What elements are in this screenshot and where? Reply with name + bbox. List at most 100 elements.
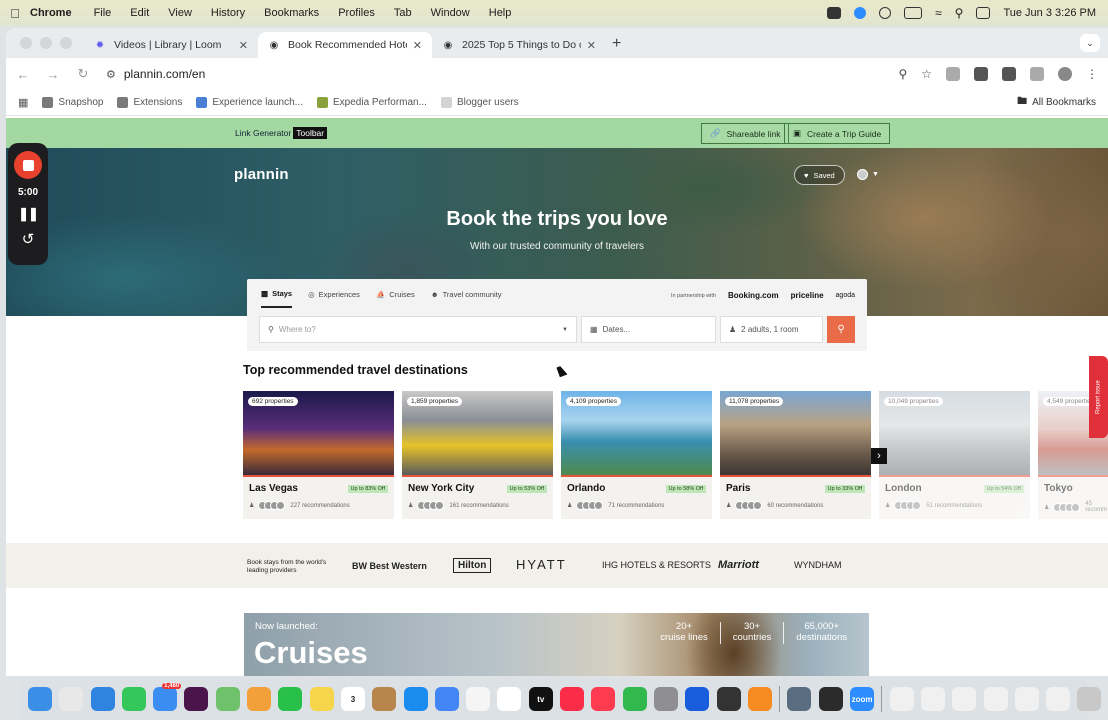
tab-cruises[interactable]: ⛵ Cruises bbox=[376, 289, 415, 308]
zoom-magnifier-icon[interactable]: ⚲ bbox=[898, 67, 907, 81]
dates-input[interactable]: ▦ Dates... bbox=[581, 316, 716, 343]
doc-stack-icon[interactable] bbox=[1014, 687, 1039, 711]
forward-button[interactable]: → bbox=[46, 67, 60, 82]
zoom-status-icon[interactable] bbox=[854, 7, 867, 19]
safari-icon[interactable] bbox=[90, 687, 115, 711]
address-bar-url[interactable]: plannin.com/en bbox=[124, 67, 205, 81]
site-info-icon[interactable]: ⚙ bbox=[106, 68, 116, 81]
appstore-icon[interactable] bbox=[403, 687, 428, 711]
settings-icon[interactable] bbox=[653, 687, 678, 711]
destination-input[interactable]: ⚲ Where to? ▼ bbox=[259, 316, 577, 343]
photos-icon[interactable] bbox=[247, 687, 272, 711]
doc-stack-icon[interactable] bbox=[920, 687, 945, 711]
reminders-icon[interactable] bbox=[466, 687, 491, 711]
menu-app[interactable]: Chrome bbox=[30, 7, 72, 19]
tab-search-chevron-icon[interactable]: ⌄ bbox=[1080, 34, 1100, 52]
tab-stays[interactable]: ▩ Stays bbox=[261, 289, 293, 308]
doc-stack-icon[interactable] bbox=[983, 687, 1008, 711]
mail-icon[interactable]: 1,480 bbox=[153, 683, 182, 711]
search-button[interactable]: ⚲ bbox=[827, 316, 855, 343]
account-menu[interactable]: ▼ bbox=[857, 169, 879, 180]
calendar-icon[interactable]: 3 bbox=[340, 687, 365, 711]
menu-help[interactable]: Help bbox=[489, 7, 512, 19]
more-menu-icon[interactable]: ⋮ bbox=[1086, 67, 1098, 81]
news-icon[interactable] bbox=[591, 687, 616, 711]
zoom-icon[interactable]: zoom bbox=[850, 687, 875, 711]
facetime-icon[interactable] bbox=[278, 687, 303, 711]
numbers-icon[interactable] bbox=[622, 687, 647, 711]
trash-icon[interactable] bbox=[1077, 687, 1102, 711]
bookmark-experience-launch[interactable]: Experience launch... bbox=[196, 97, 303, 108]
destination-card[interactable]: 1,859 properties New York City Up to 53% O… bbox=[402, 391, 553, 519]
menu-profiles[interactable]: Profiles bbox=[338, 7, 375, 19]
music-icon[interactable] bbox=[560, 687, 585, 711]
menu-edit[interactable]: Edit bbox=[130, 7, 149, 19]
chrome-icon[interactable] bbox=[434, 687, 459, 711]
destination-card[interactable]: 4,109 properties Orlando Up to 58% Off ♟ 71 … bbox=[561, 391, 712, 519]
all-bookmarks[interactable]: 🖿 All Bookmarks bbox=[1017, 94, 1096, 111]
tab-experiences[interactable]: ◎ Experiences bbox=[308, 289, 360, 308]
tab-travel-community[interactable]: ☻ Travel community bbox=[431, 289, 502, 308]
battery-icon[interactable] bbox=[904, 7, 923, 19]
menu-view[interactable]: View bbox=[168, 7, 192, 19]
close-tab-icon[interactable]: ✕ bbox=[413, 39, 422, 52]
menu-history[interactable]: History bbox=[211, 7, 245, 19]
wifi-icon[interactable]: ≈ bbox=[935, 6, 942, 20]
screen-recorder-icon[interactable] bbox=[787, 687, 812, 711]
doc-stack-icon[interactable] bbox=[889, 687, 914, 711]
control-center-icon[interactable] bbox=[976, 7, 991, 19]
minimize-window-button[interactable] bbox=[40, 37, 52, 49]
menu-file[interactable]: File bbox=[94, 7, 112, 19]
cruises-banner[interactable]: Now launched: Cruises 20+ cruise lines 30… bbox=[244, 613, 869, 676]
saved-button[interactable]: ♥ Saved bbox=[794, 165, 845, 185]
create-trip-guide-button[interactable]: ▣ Create a Trip Guide bbox=[784, 123, 891, 144]
status-app-icon[interactable] bbox=[827, 7, 842, 19]
calculator-icon[interactable] bbox=[818, 687, 843, 711]
close-tab-icon[interactable]: ✕ bbox=[587, 39, 596, 52]
freeform-icon[interactable] bbox=[497, 687, 522, 711]
menu-window[interactable]: Window bbox=[431, 7, 470, 19]
new-tab-button[interactable]: + bbox=[606, 35, 631, 58]
close-window-button[interactable] bbox=[20, 37, 32, 49]
tab-loom[interactable]: ✹ Videos | Library | Loom ✕ bbox=[84, 32, 258, 58]
extension-icon[interactable] bbox=[974, 67, 988, 81]
spotlight-search-icon[interactable]: ⚲ bbox=[955, 6, 964, 20]
pause-recording-button[interactable]: ❚❚ bbox=[18, 206, 39, 222]
stop-recording-button[interactable] bbox=[14, 151, 42, 179]
launchpad-icon[interactable] bbox=[59, 687, 84, 711]
back-button[interactable]: ← bbox=[16, 67, 30, 82]
apps-grid-icon[interactable]: ▦ bbox=[18, 96, 28, 109]
reload-button[interactable]: ↻ bbox=[76, 66, 90, 82]
address-bar[interactable]: ⚙ plannin.com/en bbox=[106, 62, 882, 86]
bookmark-expedia-performance[interactable]: Expedia Performan... bbox=[317, 97, 427, 108]
menu-tab[interactable]: Tab bbox=[394, 7, 412, 19]
messages-icon[interactable] bbox=[121, 687, 146, 711]
profile-avatar[interactable] bbox=[1058, 67, 1072, 81]
bookmark-snapshop[interactable]: Snapshop bbox=[42, 97, 103, 108]
bitwarden-icon[interactable] bbox=[685, 687, 710, 711]
bookmark-star-icon[interactable]: ☆ bbox=[921, 67, 932, 81]
bookmark-blogger-users[interactable]: Blogger users bbox=[440, 97, 519, 108]
doc-stack-icon[interactable] bbox=[1046, 687, 1071, 711]
extension-icon[interactable] bbox=[946, 67, 960, 81]
extension-icon[interactable] bbox=[1002, 67, 1016, 81]
apple-menu-icon[interactable]:  bbox=[0, 6, 30, 21]
destination-card[interactable]: 692 properties Las Vegas Up to 83% Off ♟ 227… bbox=[243, 391, 394, 519]
restart-recording-button[interactable]: ↺ bbox=[22, 230, 35, 248]
bookmark-extensions[interactable]: Extensions bbox=[117, 97, 182, 108]
tv-icon[interactable]: tv bbox=[528, 687, 553, 711]
maximize-window-button[interactable] bbox=[60, 37, 72, 49]
report-issue-tab[interactable]: Report issue bbox=[1089, 356, 1108, 438]
play-status-icon[interactable] bbox=[879, 7, 892, 19]
menu-datetime[interactable]: Tue Jun 3 3:26 PM bbox=[1003, 7, 1096, 19]
tab-plannin-hotels[interactable]: ◉ Book Recommended Hotels, F ✕ bbox=[258, 32, 432, 58]
extensions-puzzle-icon[interactable] bbox=[1030, 67, 1044, 81]
toolbox-icon[interactable] bbox=[716, 687, 741, 711]
plannin-logo[interactable]: plannin bbox=[234, 166, 289, 183]
notes-icon[interactable] bbox=[309, 687, 334, 711]
doc-stack-icon[interactable] bbox=[952, 687, 977, 711]
tab-plannin-things-to-do[interactable]: ◉ 2025 Top 5 Things to Do on t ✕ bbox=[432, 32, 606, 58]
shareable-link-button[interactable]: 🔗 Shareable link bbox=[701, 123, 790, 144]
brown-app-icon[interactable] bbox=[372, 687, 397, 711]
menu-bookmarks[interactable]: Bookmarks bbox=[264, 7, 319, 19]
